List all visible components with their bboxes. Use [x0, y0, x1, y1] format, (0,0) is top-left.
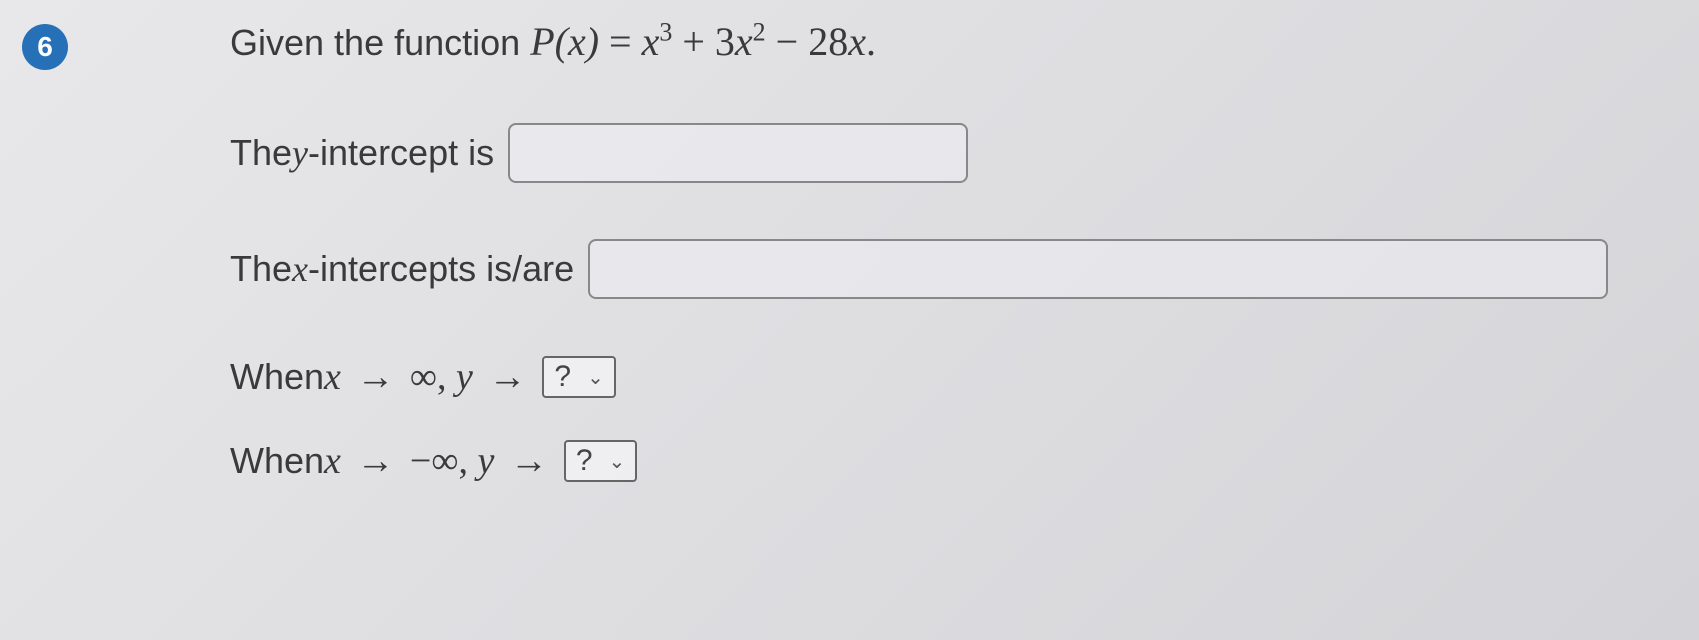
limit2-arrow1: →	[350, 440, 400, 482]
limit1-y: y	[456, 356, 473, 398]
limit1-select[interactable]: ? ⌄	[542, 356, 615, 398]
y-variable: y	[292, 132, 308, 174]
limit-neg-infinity-row: When x → −∞, y → ? ⌄	[230, 439, 1669, 483]
term2-exp: 2	[753, 18, 766, 47]
period: .	[866, 19, 876, 64]
limit2-x: x	[324, 440, 341, 482]
x-variable: x	[292, 248, 308, 290]
term1-var: x	[642, 19, 660, 64]
limit2-select[interactable]: ? ⌄	[564, 440, 637, 482]
x-intercept-input[interactable]	[588, 239, 1608, 299]
y-intercept-row: The y -intercept is	[230, 123, 1669, 183]
limit2-arrow2: →	[504, 440, 554, 482]
limit1-arrow1: →	[350, 356, 400, 398]
limit2-neg-infinity: −∞	[410, 440, 459, 482]
term2-var: x	[735, 19, 753, 64]
y-intercept-suffix: -intercept is	[308, 132, 494, 174]
term3-coef: 28	[808, 19, 848, 64]
equals-sign: =	[599, 19, 642, 64]
question-prompt: Given the function P(x) = x3 + 3x2 − 28x…	[230, 18, 1669, 65]
term2-coef: 3	[715, 19, 735, 64]
limit2-y: y	[477, 440, 494, 482]
question-content: Given the function P(x) = x3 + 3x2 − 28x…	[230, 18, 1669, 523]
limit-pos-infinity-row: When x → ∞, y → ? ⌄	[230, 355, 1669, 399]
prompt-prefix: Given the function	[230, 22, 530, 63]
limit1-select-value: ?	[554, 360, 571, 394]
limit2-prefix: When	[230, 440, 324, 482]
question-number-badge: 6	[22, 24, 68, 70]
function-lhs: P(x)	[530, 19, 599, 64]
limit2-comma: ,	[458, 440, 477, 482]
limit1-infinity: ∞	[410, 356, 437, 398]
term3-var: x	[848, 19, 866, 64]
limit2-expression: x → −∞, y →	[324, 439, 554, 483]
y-intercept-input[interactable]	[508, 123, 968, 183]
chevron-down-icon: ⌄	[609, 449, 626, 474]
x-intercept-row: The x -intercepts is/are	[230, 239, 1669, 299]
limit1-arrow2: →	[482, 356, 532, 398]
function-expression: P(x) = x3 + 3x2 − 28x.	[530, 19, 876, 64]
plus-sign: +	[672, 19, 715, 64]
x-intercept-suffix: -intercepts is/are	[308, 248, 574, 290]
minus-sign: −	[766, 19, 809, 64]
limit1-prefix: When	[230, 356, 324, 398]
limit1-expression: x → ∞, y →	[324, 355, 532, 399]
limit1-x: x	[324, 356, 341, 398]
limit2-select-value: ?	[576, 444, 593, 478]
y-intercept-prefix: The	[230, 132, 292, 174]
x-intercept-prefix: The	[230, 248, 292, 290]
question-number-text: 6	[37, 31, 53, 63]
term1-exp: 3	[659, 18, 672, 47]
limit1-comma: ,	[437, 356, 456, 398]
chevron-down-icon: ⌄	[587, 365, 604, 390]
